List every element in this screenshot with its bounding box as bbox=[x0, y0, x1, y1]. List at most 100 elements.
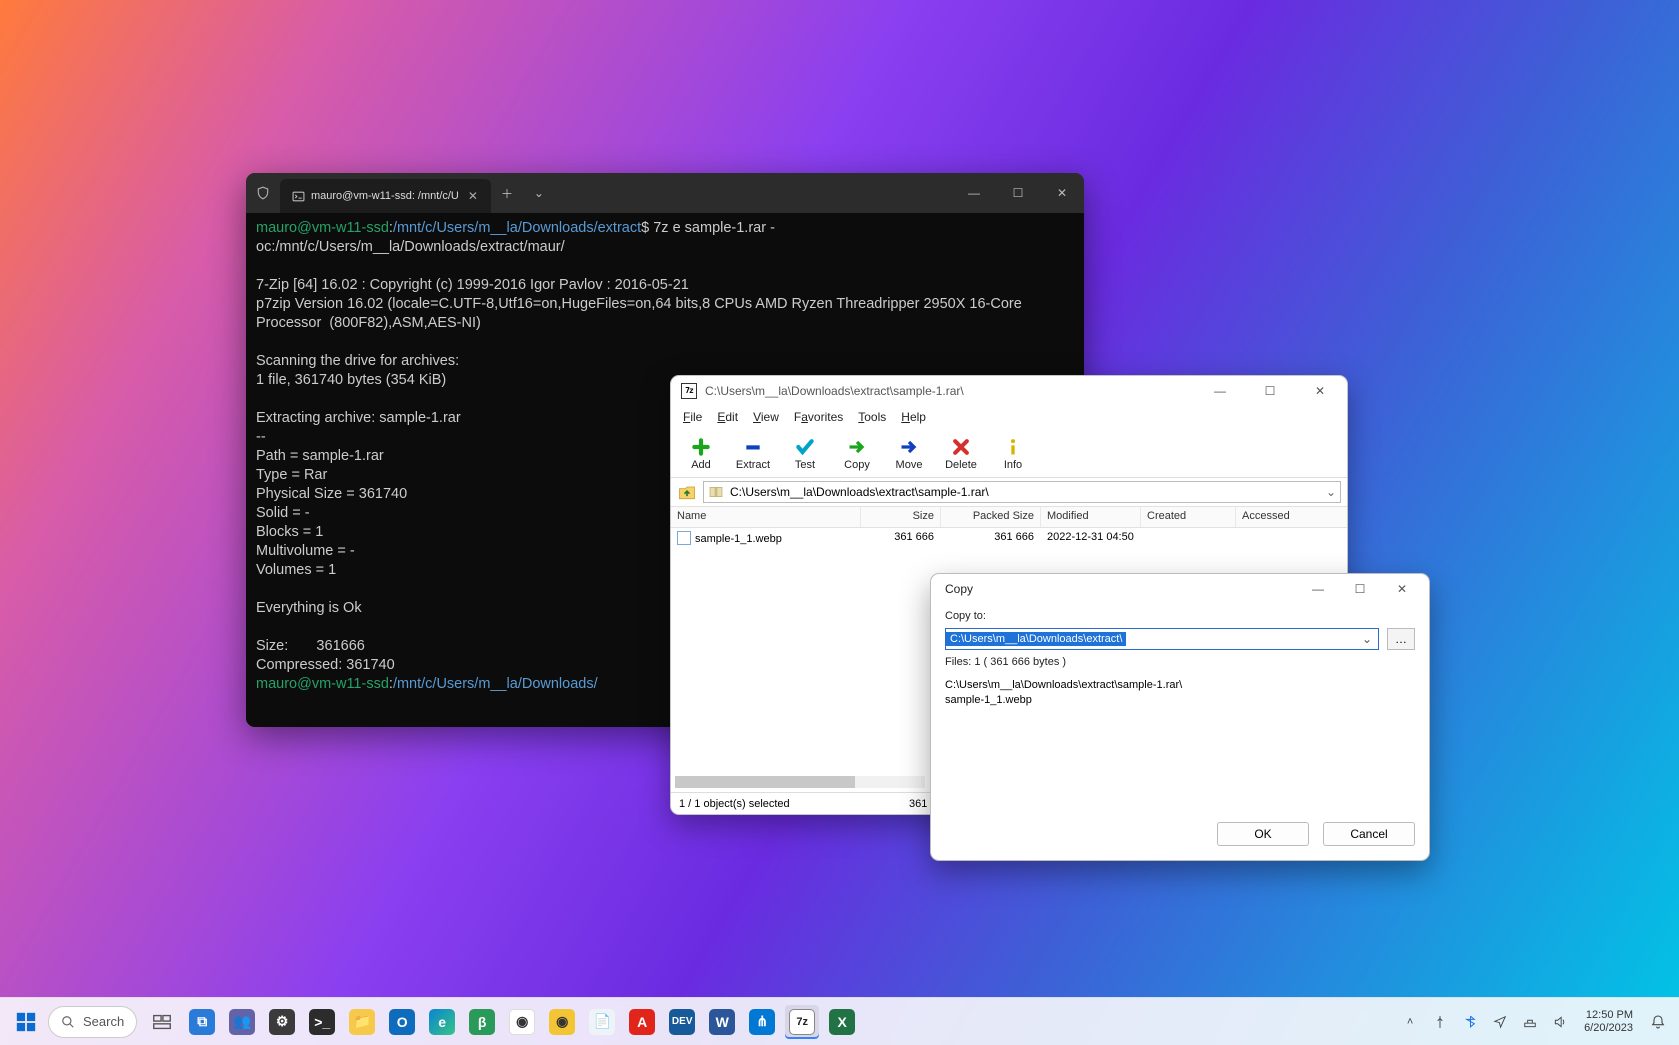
tool-copy[interactable]: Copy bbox=[835, 437, 879, 471]
status-selection: 1 / 1 object(s) selected bbox=[679, 798, 879, 810]
tool-move[interactable]: Move bbox=[887, 437, 931, 471]
terminal-tab[interactable]: mauro@vm-w11-ssd: /mnt/c/U ✕ bbox=[280, 179, 491, 213]
dialog-titlebar[interactable]: Copy — ☐ ✕ bbox=[931, 574, 1429, 604]
move-arrow-icon bbox=[899, 437, 919, 457]
out-line: Extracting archive: sample-1.rar bbox=[256, 410, 461, 426]
notifications-icon[interactable] bbox=[1647, 1007, 1669, 1037]
source-path: C:\Users\m__la\Downloads\extract\sample-… bbox=[945, 678, 1415, 693]
col-modified[interactable]: Modified bbox=[1041, 507, 1141, 527]
delete-icon bbox=[951, 437, 971, 457]
col-name[interactable]: Name bbox=[671, 507, 861, 527]
col-accessed[interactable]: Accessed bbox=[1236, 507, 1306, 527]
minimize-button[interactable]: — bbox=[1199, 376, 1241, 406]
cell-created bbox=[1141, 528, 1236, 548]
plus-icon bbox=[691, 437, 711, 457]
chrome-icon[interactable]: ◉ bbox=[505, 1005, 539, 1039]
sevenzip-taskbar-icon[interactable]: 7z bbox=[785, 1005, 819, 1039]
maximize-button[interactable]: ☐ bbox=[1249, 376, 1291, 406]
cancel-button[interactable]: Cancel bbox=[1323, 822, 1415, 846]
maximize-button[interactable]: ☐ bbox=[1339, 574, 1381, 604]
out-line: Scanning the drive for archives: bbox=[256, 353, 459, 369]
destination-value: C:\Users\m__la\Downloads\extract\ bbox=[946, 632, 1126, 646]
tab-close-icon[interactable]: ✕ bbox=[465, 189, 481, 203]
task-view-icon[interactable] bbox=[145, 1005, 179, 1039]
archive-icon bbox=[708, 484, 724, 500]
out-line: Physical Size = 361740 bbox=[256, 486, 407, 502]
tool-test[interactable]: Test bbox=[783, 437, 827, 471]
menu-tools[interactable]: Tools bbox=[852, 408, 892, 426]
search-label: Search bbox=[83, 1014, 124, 1029]
close-button[interactable]: ✕ bbox=[1299, 376, 1341, 406]
browse-button[interactable]: … bbox=[1387, 628, 1415, 650]
explorer-icon[interactable]: 📁 bbox=[345, 1005, 379, 1039]
close-button[interactable]: ✕ bbox=[1040, 173, 1084, 213]
teams-icon[interactable]: 👥 bbox=[225, 1005, 259, 1039]
copy-dialog: Copy — ☐ ✕ Copy to: C:\Users\m__la\Downl… bbox=[930, 573, 1430, 861]
edge-icon[interactable]: e bbox=[425, 1005, 459, 1039]
acrobat-icon[interactable]: A bbox=[625, 1005, 659, 1039]
start-button[interactable] bbox=[10, 1006, 42, 1038]
sevenzip-titlebar[interactable]: 7z C:\Users\m__la\Downloads\extract\samp… bbox=[671, 376, 1347, 406]
excel-icon[interactable]: X bbox=[825, 1005, 859, 1039]
taskbar-pins: ⧉ 👥 ⚙ >_ 📁 O e β ◉ ◉ 📄 A DEV W ⋔ 7z X bbox=[145, 1005, 859, 1039]
tab-dropdown-icon[interactable]: ⌄ bbox=[523, 173, 555, 213]
clock[interactable]: 12:50 PM 6/20/2023 bbox=[1584, 1009, 1633, 1035]
minimize-button[interactable]: — bbox=[1297, 574, 1339, 604]
cell-name: sample-1_1.webp bbox=[695, 533, 782, 545]
menu-view[interactable]: View bbox=[747, 408, 785, 426]
tool-info[interactable]: Info bbox=[991, 437, 1035, 471]
edge-beta-icon[interactable]: β bbox=[465, 1005, 499, 1039]
search-box[interactable]: Search bbox=[48, 1006, 137, 1038]
cell-modified: 2022-12-31 04:50 bbox=[1041, 528, 1141, 548]
tool-delete[interactable]: Delete bbox=[939, 437, 983, 471]
vscode-icon[interactable]: ⋔ bbox=[745, 1005, 779, 1039]
widgets-icon[interactable]: ⧉ bbox=[185, 1005, 219, 1039]
col-packed-size[interactable]: Packed Size bbox=[941, 507, 1041, 527]
chrome-canary-icon[interactable]: ◉ bbox=[545, 1005, 579, 1039]
menu-favorites[interactable]: Favorites bbox=[788, 408, 849, 426]
terminal-titlebar[interactable]: mauro@vm-w11-ssd: /mnt/c/U ✕ ＋ ⌄ — ☐ ✕ bbox=[246, 173, 1084, 213]
edge-dev-icon[interactable]: DEV bbox=[665, 1005, 699, 1039]
up-folder-icon[interactable] bbox=[677, 482, 697, 502]
settings-icon[interactable]: ⚙ bbox=[265, 1005, 299, 1039]
address-bar[interactable]: C:\Users\m__la\Downloads\extract\sample-… bbox=[703, 481, 1341, 503]
destination-input[interactable]: C:\Users\m__la\Downloads\extract\ ⌄ bbox=[945, 628, 1379, 650]
column-headers: Name Size Packed Size Modified Created A… bbox=[671, 506, 1347, 528]
minimize-button[interactable]: — bbox=[952, 173, 996, 213]
out-line: Path = sample-1.rar bbox=[256, 448, 384, 464]
bluetooth-icon[interactable] bbox=[1460, 1012, 1480, 1032]
col-created[interactable]: Created bbox=[1141, 507, 1236, 527]
out-line: 7-Zip [64] 16.02 : Copyright (c) 1999-20… bbox=[256, 277, 689, 293]
out-line: Size: 361666 bbox=[256, 638, 365, 654]
tray-chevron-icon[interactable]: ˄ bbox=[1400, 1012, 1420, 1032]
copy-arrow-icon bbox=[847, 437, 867, 457]
cell-accessed bbox=[1236, 528, 1306, 548]
network-icon[interactable] bbox=[1520, 1012, 1540, 1032]
volume-icon[interactable] bbox=[1550, 1012, 1570, 1032]
tool-add[interactable]: Add bbox=[679, 437, 723, 471]
menu-edit[interactable]: Edit bbox=[711, 408, 744, 426]
terminal-taskbar-icon[interactable]: >_ bbox=[305, 1005, 339, 1039]
outlook-icon[interactable]: O bbox=[385, 1005, 419, 1039]
out-line: p7zip Version 16.02 (locale=C.UTF-8,Utf1… bbox=[256, 296, 1026, 331]
chevron-down-icon[interactable]: ⌄ bbox=[1326, 485, 1336, 499]
chevron-down-icon[interactable]: ⌄ bbox=[1356, 632, 1378, 646]
table-row[interactable]: sample-1_1.webp 361 666 361 666 2022-12-… bbox=[671, 528, 1347, 548]
tab-title: mauro@vm-w11-ssd: /mnt/c/U bbox=[311, 190, 459, 202]
usb-icon[interactable] bbox=[1430, 1012, 1450, 1032]
maximize-button[interactable]: ☐ bbox=[996, 173, 1040, 213]
out-line: Type = Rar bbox=[256, 467, 327, 483]
notepad-icon[interactable]: 📄 bbox=[585, 1005, 619, 1039]
address-text: C:\Users\m__la\Downloads\extract\sample-… bbox=[730, 485, 989, 499]
ok-button[interactable]: OK bbox=[1217, 822, 1309, 846]
menu-help[interactable]: Help bbox=[895, 408, 932, 426]
close-button[interactable]: ✕ bbox=[1381, 574, 1423, 604]
col-size[interactable]: Size bbox=[861, 507, 941, 527]
new-tab-button[interactable]: ＋ bbox=[491, 173, 523, 213]
menu-file[interactable]: File bbox=[677, 408, 708, 426]
tool-extract[interactable]: Extract bbox=[731, 437, 775, 471]
horizontal-scrollbar[interactable] bbox=[675, 776, 925, 788]
out-line: Blocks = 1 bbox=[256, 524, 323, 540]
location-icon[interactable] bbox=[1490, 1012, 1510, 1032]
word-icon[interactable]: W bbox=[705, 1005, 739, 1039]
